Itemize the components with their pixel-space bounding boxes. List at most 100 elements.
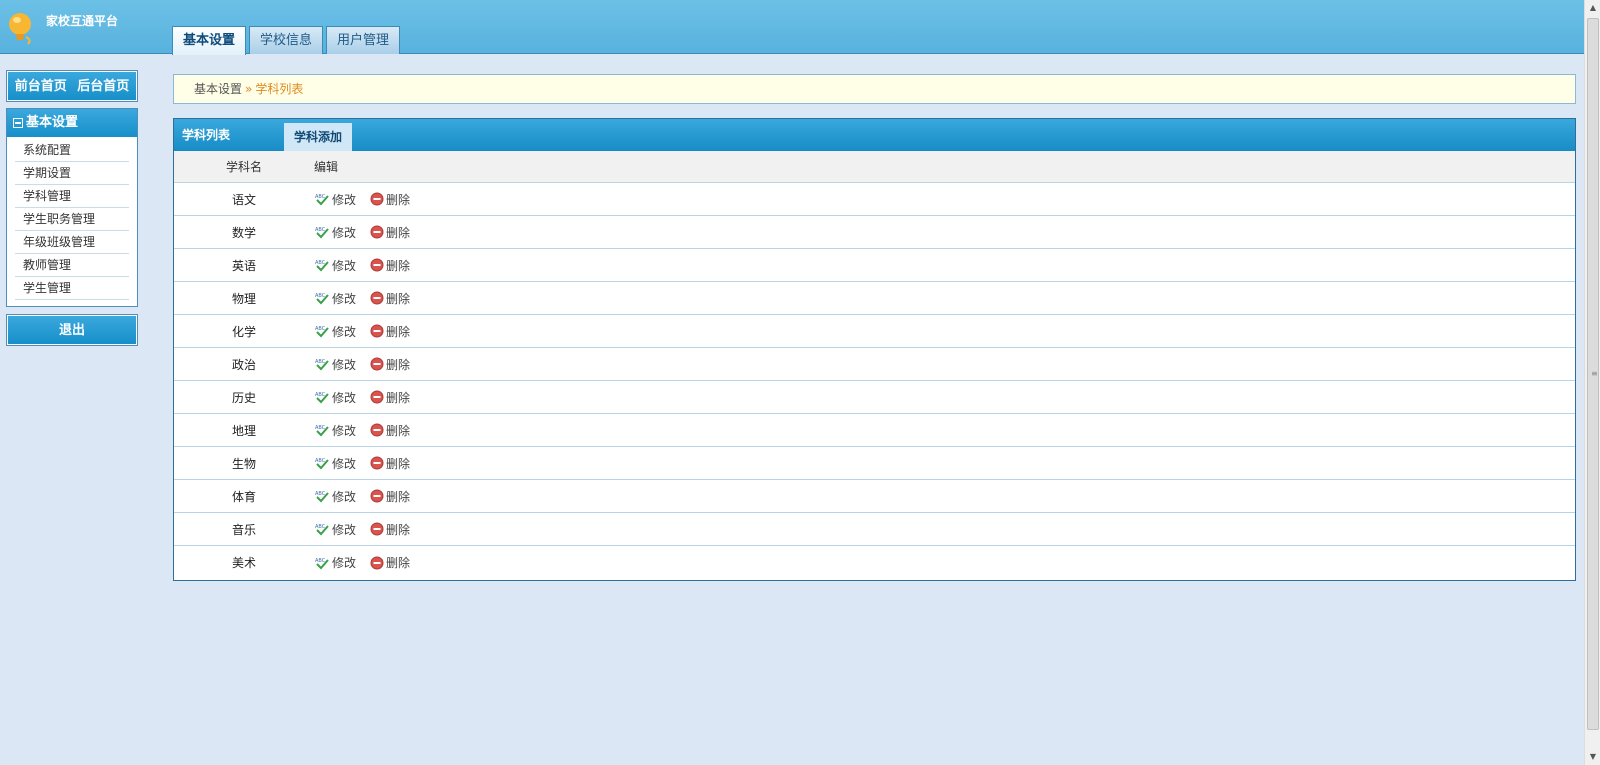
edit-button[interactable]: ABC 修改 — [314, 455, 356, 472]
delete-button[interactable]: 删除 — [370, 455, 410, 472]
edit-label: 修改 — [332, 258, 357, 273]
vertical-scrollbar[interactable]: ▲ ≡ ▼ — [1584, 0, 1600, 765]
delete-minus-icon — [370, 357, 384, 371]
sidebar-menu: 基本设置 系统配置 学期设置 学科管理 学生职务管理 年级班级管理 教师管理 学… — [6, 108, 138, 307]
sidebar-item-subject-management[interactable]: 学科管理 — [15, 185, 129, 208]
scroll-down-arrow-icon[interactable]: ▼ — [1585, 749, 1600, 765]
delete-minus-icon — [370, 423, 384, 437]
spellcheck-edit-icon: ABC — [315, 260, 329, 272]
column-subject-name: 学科名 — [225, 160, 262, 174]
subject-name: 体育 — [231, 489, 256, 504]
delete-button[interactable]: 删除 — [370, 554, 410, 571]
table-header: 学科名 编辑 — [174, 151, 1575, 183]
sidebar-item-semester-settings[interactable]: 学期设置 — [15, 162, 129, 185]
delete-button[interactable]: 删除 — [370, 191, 410, 208]
spellcheck-edit-icon: ABC — [315, 458, 329, 470]
delete-button[interactable]: 删除 — [370, 389, 410, 406]
delete-button[interactable]: 删除 — [370, 224, 410, 241]
logout-button[interactable]: 退出 — [7, 315, 137, 345]
breadcrumb-parent[interactable]: 基本设置 — [194, 82, 242, 96]
tab-school-info[interactable]: 学校信息 — [249, 26, 324, 54]
logout-box: 退出 — [6, 314, 138, 346]
delete-button[interactable]: 删除 — [370, 257, 410, 274]
edit-button[interactable]: ABC 修改 — [314, 224, 356, 241]
table-row: 语文 ABC 修改 删除 — [174, 183, 1575, 216]
sidebar-item-grade-class-management[interactable]: 年级班级管理 — [15, 231, 129, 254]
table-row: 数学 ABC 修改 删除 — [174, 216, 1575, 249]
breadcrumb-current: 学科列表 — [255, 82, 304, 96]
edit-button[interactable]: ABC 修改 — [314, 191, 356, 208]
delete-minus-icon — [370, 556, 384, 569]
delete-button[interactable]: 删除 — [370, 422, 410, 439]
delete-button[interactable]: 删除 — [370, 290, 410, 307]
edit-button[interactable]: ABC 修改 — [314, 422, 356, 439]
back-home-link[interactable]: 后台首页 — [77, 79, 129, 94]
collapse-minus-icon[interactable] — [13, 118, 23, 128]
row-actions: ABC 修改 删除 — [314, 554, 424, 571]
delete-minus-icon — [370, 390, 384, 404]
tab-basic-settings[interactable]: 基本设置 — [172, 26, 247, 55]
sidebar-item-teacher-management[interactable]: 教师管理 — [15, 254, 129, 277]
delete-button[interactable]: 删除 — [370, 356, 410, 373]
edit-label: 修改 — [332, 390, 357, 405]
spellcheck-edit-icon: ABC — [315, 227, 329, 239]
tab-user-management[interactable]: 用户管理 — [326, 26, 401, 54]
row-actions: ABC 修改 删除 — [314, 191, 424, 208]
edit-button[interactable]: ABC 修改 — [314, 521, 356, 538]
delete-minus-icon — [370, 291, 384, 305]
spellcheck-edit-icon: ABC — [315, 326, 329, 338]
sidebar-section-header[interactable]: 基本设置 — [7, 109, 137, 137]
table-row: 物理 ABC 修改 删除 — [174, 282, 1575, 315]
edit-button[interactable]: ABC 修改 — [314, 356, 356, 373]
edit-button[interactable]: ABC 修改 — [314, 290, 356, 307]
row-actions: ABC 修改 删除 — [314, 224, 424, 241]
edit-button[interactable]: ABC 修改 — [314, 389, 356, 406]
sidebar-item-student-role-management[interactable]: 学生职务管理 — [15, 208, 129, 231]
delete-minus-icon — [370, 258, 384, 272]
panel-title: 学科列表 — [182, 128, 231, 142]
delete-button[interactable]: 删除 — [370, 323, 410, 340]
row-actions: ABC 修改 删除 — [314, 257, 424, 274]
home-links-box: 前台首页 后台首页 — [6, 70, 138, 102]
row-actions: ABC 修改 删除 — [314, 323, 424, 340]
spellcheck-edit-icon: ABC — [315, 194, 329, 206]
grip-icon: ≡ — [1591, 369, 1598, 378]
subject-name: 音乐 — [231, 522, 256, 537]
home-links: 前台首页 后台首页 — [7, 71, 137, 101]
delete-button[interactable]: 删除 — [370, 488, 410, 505]
edit-button[interactable]: ABC 修改 — [314, 257, 356, 274]
sidebar-item-student-management[interactable]: 学生管理 — [15, 277, 129, 300]
spellcheck-edit-icon: ABC — [315, 359, 329, 371]
delete-label: 删除 — [386, 489, 411, 504]
row-actions: ABC 修改 删除 — [314, 422, 424, 439]
scroll-thumb[interactable]: ≡ — [1587, 18, 1599, 730]
spellcheck-edit-icon: ABC — [315, 524, 329, 536]
scroll-up-arrow-icon[interactable]: ▲ — [1585, 0, 1600, 16]
front-home-link[interactable]: 前台首页 — [15, 79, 67, 94]
column-edit: 编辑 — [314, 160, 339, 174]
row-actions: ABC 修改 删除 — [314, 290, 424, 307]
edit-button[interactable]: ABC 修改 — [314, 488, 356, 505]
delete-label: 删除 — [386, 522, 411, 537]
subject-name: 化学 — [231, 324, 256, 339]
sidebar-item-system-config[interactable]: 系统配置 — [15, 139, 129, 162]
delete-minus-icon — [370, 522, 384, 536]
table-row: 音乐 ABC 修改 删除 — [174, 513, 1575, 546]
edit-button[interactable]: ABC 修改 — [314, 323, 356, 340]
delete-label: 删除 — [386, 225, 411, 240]
subject-add-tab[interactable]: 学科添加 — [284, 123, 352, 151]
edit-button[interactable]: ABC 修改 — [314, 554, 356, 571]
delete-button[interactable]: 删除 — [370, 521, 410, 538]
subject-name: 数学 — [231, 225, 256, 240]
table-row: 化学 ABC 修改 删除 — [174, 315, 1575, 348]
delete-label: 删除 — [386, 456, 411, 471]
subject-name: 地理 — [231, 423, 256, 438]
delete-label: 删除 — [386, 324, 411, 339]
spellcheck-edit-icon: ABC — [315, 491, 329, 503]
edit-label: 修改 — [332, 522, 357, 537]
edit-label: 修改 — [332, 324, 357, 339]
edit-label: 修改 — [332, 556, 357, 570]
sidebar-section-title: 基本设置 — [26, 115, 79, 130]
row-actions: ABC 修改 删除 — [314, 521, 424, 538]
subject-name: 美术 — [231, 556, 256, 570]
